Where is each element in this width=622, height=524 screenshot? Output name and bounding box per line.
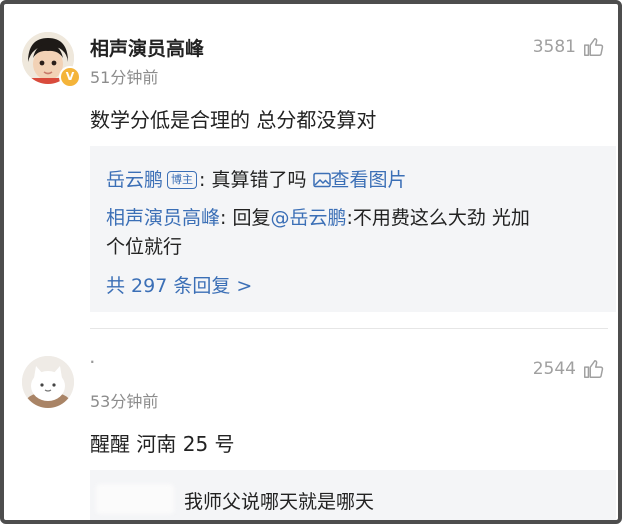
divider [90, 328, 608, 329]
reply-text: 我师父说哪天就是哪天 [184, 491, 375, 513]
verified-badge-icon: V [59, 66, 81, 88]
comment-panel: V 相声演员高峰 51分钟前 3581 数学分低是合理的 总分都没算对 岳云鹏博… [0, 0, 622, 524]
like-count: 2544 [532, 359, 576, 379]
comment-timestamp: 51分钟前 [90, 68, 159, 87]
view-image-label: 查看图片 [330, 169, 407, 191]
reply-username[interactable]: 岳云鹏 [106, 169, 163, 191]
reply-text-prefix: : 回复 [220, 207, 271, 229]
like-button[interactable]: 2544 [533, 358, 604, 380]
reply-username[interactable]: 相声演员高峰 [106, 207, 220, 229]
author-badge: 博主 [167, 171, 198, 189]
reply-text: : 真算错了吗 [199, 169, 307, 191]
like-count: 3581 [532, 37, 576, 57]
avatar[interactable] [22, 356, 74, 408]
reply-item: 岳云鹏 博主: 真算错了吗 查看图片 [106, 166, 407, 194]
redacted-username [96, 484, 174, 514]
thumbs-up-icon [584, 360, 604, 378]
reply-thread[interactable]: 岳云鹏 博主: 真算错了吗 查看图片 相声演员高峰: 回复@岳云鹏:不用费这么大劲… [90, 146, 616, 312]
view-image-link[interactable]: 查看图片 [312, 169, 407, 191]
more-replies-link[interactable]: 共 297 条回复 > [106, 272, 252, 300]
comment-text: 醒醒 河南 25 号 [90, 432, 235, 456]
comment-timestamp: 53分钟前 [90, 392, 159, 411]
image-icon [312, 172, 331, 188]
reply-text-continued: 个位就行 [106, 236, 183, 258]
mention-link[interactable]: @岳云鹏 [270, 207, 346, 229]
comment-text: 数学分低是合理的 总分都没算对 [90, 108, 377, 132]
comment-username[interactable]: 相声演员高峰 [90, 34, 204, 61]
comment-username[interactable]: . [90, 352, 95, 366]
reply-item: 相声演员高峰: 回复@岳云鹏:不用费这么大劲 光加 [106, 204, 530, 232]
cat-avatar-image [22, 356, 74, 408]
reply-text: :不用费这么大劲 光加 [346, 207, 530, 229]
like-button[interactable]: 3581 [533, 36, 604, 58]
thumbs-up-icon [584, 38, 604, 56]
